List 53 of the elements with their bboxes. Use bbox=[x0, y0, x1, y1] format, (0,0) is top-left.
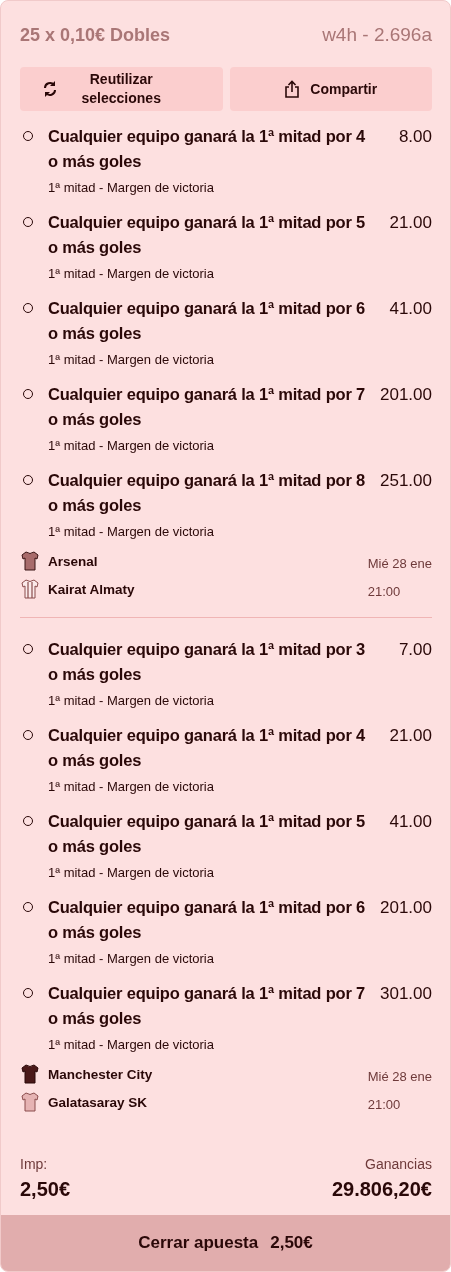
winnings-label: Ganancias bbox=[364, 1156, 432, 1172]
cash-out-button[interactable]: Cerrar apuesta 2,50€ bbox=[1, 1215, 450, 1271]
market-name: 1ª mitad - Margen de victoria bbox=[48, 951, 215, 968]
winnings-amount: 29.806,20€ bbox=[330, 1178, 432, 1201]
away-team: Kairat Almaty bbox=[48, 581, 136, 597]
market-name: 1ª mitad - Margen de victoria bbox=[48, 180, 215, 197]
selection-odds: 8.00 bbox=[397, 126, 432, 148]
selection-odds: 7.00 bbox=[397, 639, 432, 661]
reuse-selections-button[interactable]: Reutilizar selecciones bbox=[20, 67, 223, 111]
market-name: 1ª mitad - Margen de victoria bbox=[48, 524, 215, 541]
selection-title: Cualquier equipo ganará la 1ª mitad por 5 o más goles bbox=[48, 811, 366, 857]
selection-odds: 21.00 bbox=[388, 212, 432, 234]
selection-odds: 201.00 bbox=[379, 897, 432, 919]
bet-reference: w4h - 2.696a bbox=[322, 24, 432, 46]
selection-title: Cualquier equipo ganará la 1ª mitad por 5 o más goles bbox=[48, 212, 366, 258]
market-name: 1ª mitad - Margen de victoria bbox=[48, 352, 215, 369]
match-date: Mié 28 ene bbox=[367, 1068, 432, 1084]
selection-title: Cualquier equipo ganará la 1ª mitad por 7 o más goles bbox=[48, 384, 366, 430]
share-button[interactable]: Compartir bbox=[229, 67, 432, 111]
bet-title: 25 x 0,10€ Dobles bbox=[20, 24, 171, 46]
stake-amount: 2,50€ bbox=[20, 1178, 72, 1201]
selection-title: Cualquier equipo ganará la 1ª mitad por 6 o más goles bbox=[48, 897, 366, 943]
selection-title: Cualquier equipo ganará la 1ª mitad por 6 o más goles bbox=[48, 298, 366, 344]
market-name: 1ª mitad - Margen de victoria bbox=[48, 865, 215, 882]
selection-title: Cualquier equipo ganará la 1ª mitad por 7 o más goles bbox=[48, 983, 366, 1029]
market-name: 1ª mitad - Margen de victoria bbox=[48, 438, 215, 455]
jersey-icon bbox=[21, 1064, 39, 1084]
market-name: 1ª mitad - Margen de victoria bbox=[48, 779, 215, 796]
selection-odds: 301.00 bbox=[379, 983, 432, 1005]
match-time: 21:00 bbox=[367, 583, 402, 599]
selection-title: Cualquier equipo ganará la 1ª mitad por 4 o más goles bbox=[48, 126, 366, 172]
jersey-icon bbox=[21, 1092, 39, 1112]
market-name: 1ª mitad - Margen de victoria bbox=[48, 693, 215, 710]
selection-title: Cualquier equipo ganará la 1ª mitad por 3 o más goles bbox=[48, 639, 366, 685]
selection-title: Cualquier equipo ganará la 1ª mitad por 8 o más goles bbox=[48, 470, 366, 516]
selection-odds: 41.00 bbox=[388, 811, 432, 833]
market-name: 1ª mitad - Margen de victoria bbox=[48, 1037, 215, 1054]
jersey-icon bbox=[21, 579, 39, 599]
selection-title: Cualquier equipo ganará la 1ª mitad por 4 o más goles bbox=[48, 725, 366, 771]
refresh-icon bbox=[42, 80, 58, 98]
home-team: Manchester City bbox=[48, 1066, 154, 1082]
jersey-icon bbox=[21, 551, 39, 571]
selection-odds: 201.00 bbox=[379, 384, 432, 406]
away-team: Galatasaray SK bbox=[48, 1094, 149, 1110]
match-time: 21:00 bbox=[367, 1096, 402, 1112]
share-icon bbox=[284, 80, 301, 98]
selection-odds: 41.00 bbox=[388, 298, 432, 320]
home-team: Arsenal bbox=[48, 553, 99, 569]
match-date: Mié 28 ene bbox=[367, 555, 432, 571]
market-name: 1ª mitad - Margen de victoria bbox=[48, 266, 215, 283]
selection-odds: 251.00 bbox=[379, 470, 432, 492]
stake-label: Imp: bbox=[20, 1156, 49, 1172]
selection-odds: 21.00 bbox=[388, 725, 432, 747]
